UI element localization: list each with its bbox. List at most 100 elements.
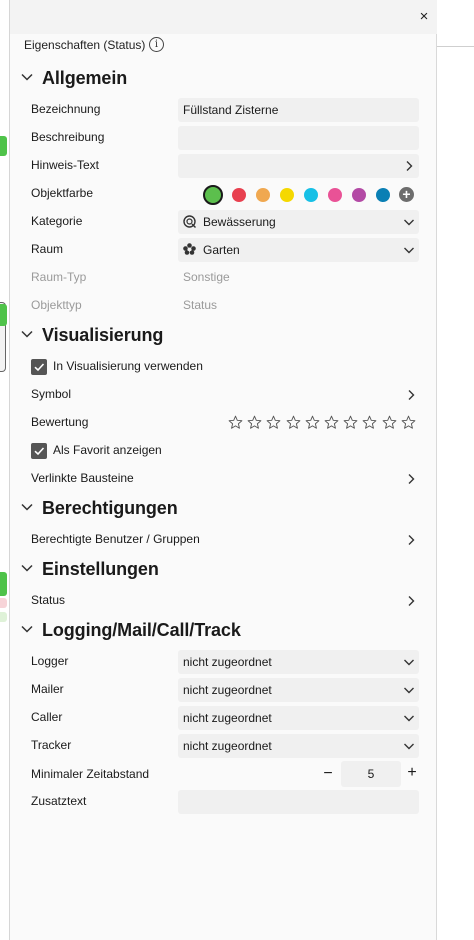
section-allgemein[interactable]: Allgemein: [10, 64, 437, 92]
verlinkte-bausteine-label: Verlinkte Bausteine: [31, 471, 134, 485]
color-swatch[interactable]: [256, 188, 270, 202]
star-icon[interactable]: [382, 415, 397, 430]
section-berechtigungen[interactable]: Berechtigungen: [10, 494, 437, 522]
caller-select[interactable]: nicht zugeordnet: [178, 706, 419, 730]
tracker-value: nicht zugeordnet: [183, 739, 272, 753]
hinweis-text-field[interactable]: [178, 154, 419, 178]
status-label: Status: [31, 593, 66, 607]
section-einstellungen[interactable]: Einstellungen: [10, 555, 437, 583]
bewertung-label: Bewertung: [31, 415, 89, 429]
row-kategorie: Kategorie Bewässerung: [10, 208, 437, 236]
add-color-icon[interactable]: +: [399, 187, 414, 202]
section-title: Allgemein: [42, 68, 128, 88]
zeitabstand-input[interactable]: 5: [341, 761, 401, 787]
chevron-down-icon: [404, 247, 414, 254]
row-beschreibung: Beschreibung: [10, 124, 437, 152]
row-objektfarbe: Objektfarbe +: [10, 180, 437, 208]
kategorie-select[interactable]: Bewässerung: [178, 210, 419, 234]
flower-icon: [183, 243, 196, 255]
chevron-down-icon: [404, 743, 414, 750]
beschreibung-label: Beschreibung: [31, 130, 105, 144]
star-icon[interactable]: [286, 415, 301, 430]
beschreibung-input[interactable]: [178, 126, 419, 150]
row-raum-typ: Raum-Typ Sonstige: [10, 264, 437, 292]
objektfarbe-label: Objektfarbe: [31, 186, 94, 200]
logger-label: Logger: [31, 654, 69, 668]
objekttyp-label: Objekttyp: [31, 298, 82, 312]
chevron-right-icon: [406, 161, 413, 171]
background-tab-light: [0, 612, 7, 622]
chevron-down-icon: [404, 219, 414, 226]
row-verlinkte-bausteine[interactable]: Verlinkte Bausteine: [10, 465, 437, 493]
background-tab-green: [0, 304, 7, 326]
background-app-right: [436, 0, 474, 940]
star-icon[interactable]: [305, 415, 320, 430]
info-icon[interactable]: i: [149, 37, 164, 52]
close-button[interactable]: ×: [416, 8, 432, 26]
panel-title: Eigenschaften (Status): [24, 38, 146, 52]
zusatztext-input[interactable]: [178, 790, 419, 814]
raum-select[interactable]: Garten: [178, 238, 419, 262]
objekttyp-value: Status: [183, 298, 218, 312]
row-caller: Caller nicht zugeordnet: [10, 704, 437, 732]
section-visualisierung[interactable]: Visualisierung: [10, 321, 437, 349]
row-zusatztext: Zusatztext: [10, 788, 437, 816]
background-tab-green: [0, 136, 7, 156]
caller-label: Caller: [31, 710, 63, 724]
color-swatch[interactable]: [280, 188, 294, 202]
checkmark-icon: [34, 447, 45, 456]
row-symbol[interactable]: Symbol: [10, 381, 437, 409]
increment-button[interactable]: +: [406, 764, 418, 782]
hinweis-text-label: Hinweis-Text: [31, 158, 100, 172]
star-icon[interactable]: [247, 415, 262, 430]
chevron-down-icon: [21, 564, 33, 572]
row-status[interactable]: Status: [10, 587, 437, 615]
tracker-label: Tracker: [31, 738, 72, 752]
color-swatch[interactable]: [304, 188, 318, 202]
kategorie-value: Bewässerung: [203, 215, 276, 229]
row-bewertung: Bewertung: [10, 409, 437, 437]
berechtigte-benutzer-label: Berechtigte Benutzer / Gruppen: [31, 532, 200, 546]
symbol-label: Symbol: [31, 387, 72, 401]
color-swatch[interactable]: [232, 188, 246, 202]
chevron-down-icon: [404, 715, 414, 722]
logger-select[interactable]: nicht zugeordnet: [178, 650, 419, 674]
star-icon[interactable]: [266, 415, 281, 430]
chevron-right-icon: [408, 535, 415, 545]
row-als-favorit: Als Favorit anzeigen: [10, 437, 437, 465]
chevron-down-icon: [21, 503, 33, 511]
background-divider: [437, 46, 474, 47]
star-icon[interactable]: [362, 415, 377, 430]
in-visualisierung-label: In Visualisierung verwenden: [53, 359, 203, 373]
row-in-visualisierung: In Visualisierung verwenden: [10, 353, 437, 381]
star-icon[interactable]: [401, 415, 416, 430]
star-icon[interactable]: [343, 415, 358, 430]
section-logging[interactable]: Logging/Mail/Call/Track: [10, 616, 437, 644]
color-swatch[interactable]: [376, 188, 390, 202]
background-tab-green: [0, 572, 7, 596]
als-favorit-checkbox[interactable]: [31, 443, 47, 459]
color-swatch[interactable]: [352, 188, 366, 202]
sprinkler-icon: [183, 215, 196, 228]
mailer-select[interactable]: nicht zugeordnet: [178, 678, 419, 702]
logger-value: nicht zugeordnet: [183, 655, 272, 669]
tracker-select[interactable]: nicht zugeordnet: [178, 734, 419, 758]
color-swatch[interactable]: [203, 185, 223, 205]
background-tab-pink: [0, 598, 7, 608]
row-berechtigte-benutzer[interactable]: Berechtigte Benutzer / Gruppen: [10, 526, 437, 554]
raum-typ-value: Sonstige: [183, 270, 230, 284]
star-icon[interactable]: [324, 415, 339, 430]
bezeichnung-input[interactable]: Füllstand Zisterne: [178, 98, 419, 122]
caller-value: nicht zugeordnet: [183, 711, 272, 725]
row-mailer: Mailer nicht zugeordnet: [10, 676, 437, 704]
row-raum: Raum Garten: [10, 236, 437, 264]
panel-topbar: [10, 0, 437, 34]
color-swatch[interactable]: [328, 188, 342, 202]
decrement-button[interactable]: −: [322, 765, 334, 783]
in-visualisierung-checkbox[interactable]: [31, 359, 47, 375]
chevron-down-icon: [21, 330, 33, 338]
section-title: Berechtigungen: [42, 498, 178, 518]
als-favorit-label: Als Favorit anzeigen: [53, 443, 162, 457]
properties-panel: × Eigenschaften (Status) i Allgemein Bez…: [9, 0, 437, 940]
star-icon[interactable]: [228, 415, 243, 430]
